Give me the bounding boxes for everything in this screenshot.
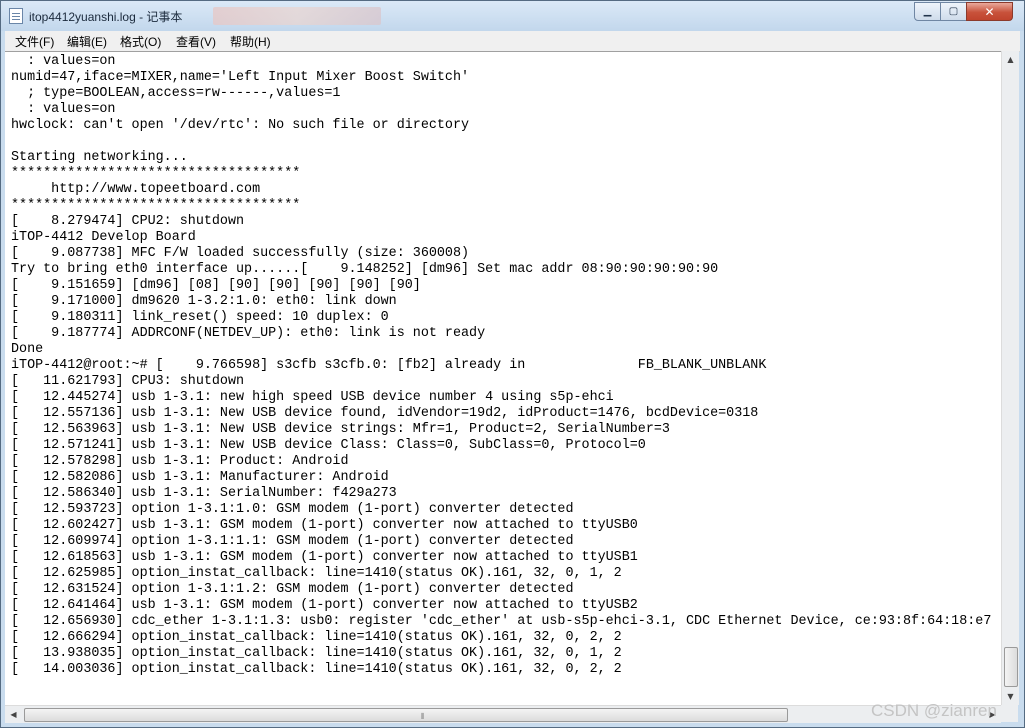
menu-file[interactable]: 文件(F) [15, 33, 54, 50]
blurred-taskbar-region [213, 7, 381, 25]
horizontal-scroll-thumb[interactable]: ⦀ [24, 708, 788, 722]
text-line [11, 134, 991, 150]
text-line: [ 12.593723] option 1-3.1:1.0: GSM modem… [11, 502, 574, 517]
text-line: [ 13.938035] option_instat_callback: lin… [11, 646, 622, 661]
text-line: [ 9.151659] [dm96] [08] [90] [90] [90] [… [11, 278, 421, 293]
text-line: [ 12.656930] cdc_ether 1-3.1:1.3: usb0: … [11, 614, 992, 629]
text-line: [ 12.609974] option 1-3.1:1.1: GSM modem… [11, 534, 574, 549]
text-editor[interactable]: : values=on numid=47,iface=MIXER,name='Le… [5, 51, 1001, 706]
text-line: [ 9.187774] ADDRCONF(NETDEV_UP): eth0: l… [11, 326, 486, 341]
resize-corner[interactable] [1001, 705, 1018, 722]
text-line: ************************************ [11, 198, 301, 213]
text-line: [ 12.602427] usb 1-3.1: GSM modem (1-por… [11, 518, 638, 533]
text-line: Done [11, 342, 44, 357]
text-line: ************************************ [11, 166, 301, 181]
text-line: [ 12.631524] option 1-3.1:1.2: GSM modem… [11, 582, 574, 597]
text-line: iTOP-4412 Develop Board [11, 230, 196, 245]
text-line: numid=47,iface=MIXER,name='Left Input Mi… [11, 70, 470, 85]
notepad-window: itop4412yuanshi.log - 记事本 ▁ ▢ ✕ 文件(F) 编辑… [0, 0, 1025, 728]
horizontal-scrollbar[interactable]: ◀ ⦀ ▶ [5, 705, 1001, 723]
text-line: [ 12.586340] usb 1-3.1: SerialNumber: f4… [11, 486, 397, 501]
text-line: [ 12.582086] usb 1-3.1: Manufacturer: An… [11, 470, 389, 485]
scroll-left-arrow-icon[interactable]: ◀ [5, 706, 22, 723]
menu-edit[interactable]: 编辑(E) [67, 33, 107, 50]
text-line: [ 12.445274] usb 1-3.1: new high speed U… [11, 390, 614, 405]
text-line: iTOP-4412@root:~# [ 9.766598] s3cfb s3cf… [11, 358, 767, 373]
text-line: [ 9.180311] link_reset() speed: 10 duple… [11, 310, 389, 325]
text-line: Starting networking... [11, 150, 188, 165]
text-line: [ 12.641464] usb 1-3.1: GSM modem (1-por… [11, 598, 638, 613]
close-button[interactable]: ✕ [966, 2, 1013, 21]
menu-bar: 文件(F) 编辑(E) 格式(O) 查看(V) 帮助(H) [5, 31, 1020, 52]
watermark: CSDN @zianren [871, 701, 997, 720]
text-line: [ 9.087738] MFC F/W loaded successfully … [11, 246, 470, 261]
text-line: [ 12.625985] option_instat_callback: lin… [11, 566, 622, 581]
text-line: : values=on [11, 102, 116, 117]
scroll-down-arrow-icon[interactable]: ▼ [1002, 688, 1019, 705]
text-line: [ 9.171000] dm9620 1-3.2:1.0: eth0: link… [11, 294, 397, 309]
maximize-button[interactable]: ▢ [940, 2, 967, 21]
scroll-grip-icon: ⦀ [421, 712, 425, 721]
vertical-scroll-thumb[interactable] [1004, 647, 1018, 687]
menu-help[interactable]: 帮助(H) [230, 33, 271, 50]
text-line: hwclock: can't open '/dev/rtc': No such … [11, 118, 470, 133]
text-line: [ 12.571241] usb 1-3.1: New USB device C… [11, 438, 646, 453]
text-line: [ 12.618563] usb 1-3.1: GSM modem (1-por… [11, 550, 638, 565]
title-bar[interactable]: itop4412yuanshi.log - 记事本 ▁ ▢ ✕ [1, 1, 1024, 31]
window-title: itop4412yuanshi.log - 记事本 [29, 10, 183, 24]
text-line: [ 12.666294] option_instat_callback: lin… [11, 630, 622, 645]
text-content[interactable]: : values=on numid=47,iface=MIXER,name='Le… [11, 54, 991, 678]
notepad-icon [9, 8, 23, 24]
text-line: [ 11.621793] CPU3: shutdown [11, 374, 245, 389]
scroll-up-arrow-icon[interactable]: ▲ [1002, 51, 1019, 68]
text-line: ; type=BOOLEAN,access=rw------,values=1 [11, 86, 341, 101]
text-line: [ 12.578298] usb 1-3.1: Product: Android [11, 454, 349, 469]
text-line: [ 12.557136] usb 1-3.1: New USB device f… [11, 406, 759, 421]
text-line: [ 12.563963] usb 1-3.1: New USB device s… [11, 422, 670, 437]
text-line: [ 14.003036] option_instat_callback: lin… [11, 662, 622, 677]
text-line: http://www.topeetboard.com [11, 182, 261, 197]
menu-view[interactable]: 查看(V) [176, 33, 216, 50]
text-line: [ 8.279474] CPU2: shutdown [11, 214, 245, 229]
vertical-scrollbar[interactable]: ▲ ▼ [1001, 51, 1019, 705]
menu-format[interactable]: 格式(O) [120, 33, 161, 50]
minimize-button[interactable]: ▁ [914, 2, 941, 21]
text-line: Try to bring eth0 interface up......[ 9.… [11, 262, 719, 277]
text-line: : values=on [11, 54, 116, 69]
